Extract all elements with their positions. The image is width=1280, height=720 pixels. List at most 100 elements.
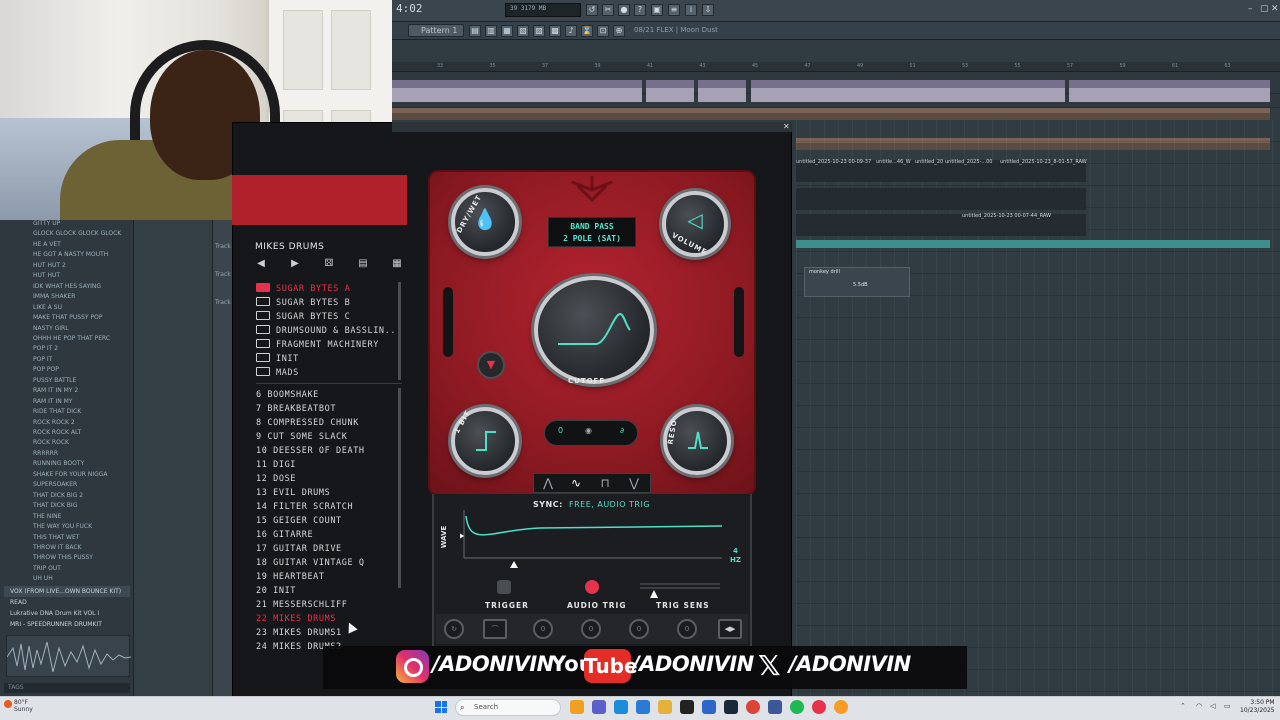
plugin-picker-icon[interactable]: ▩ xyxy=(549,25,561,37)
random-wave-icon[interactable]: ⋁ xyxy=(621,475,647,491)
wifi-icon[interactable]: ◠ xyxy=(1196,702,1202,710)
preset-item[interactable]: 22 MIKES DRUMS xyxy=(256,614,336,624)
browser-folder[interactable]: MRI - SPEEDRUNNER DRUMKIT xyxy=(10,621,102,628)
mixer-icon[interactable]: ≡ xyxy=(668,4,680,16)
browser-item[interactable]: RIDE THAT DICK xyxy=(33,408,81,415)
browser-item[interactable]: RUNNING BOOTY xyxy=(33,460,84,467)
task-view-icon[interactable] xyxy=(570,700,584,714)
spotify-icon[interactable] xyxy=(790,700,804,714)
preset-item[interactable]: 16 GITARRE xyxy=(256,530,313,540)
mode-lips-icon[interactable]: ◉ xyxy=(585,426,592,435)
browser-item[interactable]: HE A VET xyxy=(33,241,61,248)
monkey-drill-clip[interactable]: monkey drill 5.5dB xyxy=(804,267,910,297)
teal-clip[interactable] xyxy=(796,240,1270,248)
calendar-icon[interactable]: ▦ xyxy=(391,258,403,270)
browser-item[interactable]: SHAKE FOR YOUR NIGGA xyxy=(33,471,108,478)
envelope-shape-icon[interactable]: ⌒ xyxy=(483,619,507,639)
preset-item[interactable]: 7 BREAKBEATBOT xyxy=(256,404,336,414)
browser-item[interactable]: THIS THAT WET xyxy=(33,534,79,541)
preset-item[interactable]: 19 HEARTBEAT xyxy=(256,572,325,582)
browser-item[interactable]: POP IT xyxy=(33,356,52,363)
sine-wave-icon[interactable]: ∿ xyxy=(563,475,589,491)
browser-item[interactable]: RRRRRR xyxy=(33,450,58,457)
start-button-icon[interactable] xyxy=(435,701,447,713)
next-preset-icon[interactable]: ▶ xyxy=(289,258,301,270)
timeline-ruler[interactable] xyxy=(392,62,1280,72)
file-explorer-icon[interactable] xyxy=(658,700,672,714)
preset-item[interactable]: 23 MIKES DRUMS1 xyxy=(256,628,342,638)
steam-icon[interactable] xyxy=(724,700,738,714)
help-icon[interactable]: ? xyxy=(634,4,646,16)
recorder-icon[interactable] xyxy=(812,700,826,714)
browser-item[interactable]: HUT HUT 2 xyxy=(33,262,66,269)
preset-item[interactable]: 9 CUT SOME SLACK xyxy=(256,432,347,442)
browser-item[interactable]: THROW THIS PUSSY xyxy=(33,554,93,561)
filter-type-display[interactable]: BAND PASS 2 POLE (SAT) xyxy=(548,217,636,247)
audio-clip-brown[interactable] xyxy=(392,108,857,120)
browser-item[interactable]: ROCK ROCK 2 xyxy=(33,419,75,426)
browser-item[interactable]: THE NINE xyxy=(33,513,61,520)
mode-alt-icon[interactable]: ∂ xyxy=(620,426,624,435)
browser-item[interactable]: THAT DICK BIG 2 xyxy=(33,492,83,499)
playlist-icon[interactable]: ▤ xyxy=(469,25,481,37)
browser-item[interactable]: SUPERSOAKER xyxy=(33,481,77,488)
store-icon[interactable] xyxy=(702,700,716,714)
browser-item[interactable]: GLOCK GLOCK GLOCK GLOCK xyxy=(33,230,121,237)
snap-icon[interactable]: ⊡ xyxy=(597,25,609,37)
taskbar-search[interactable]: Search xyxy=(455,699,561,716)
weather-widget[interactable]: 80°F Sunny xyxy=(14,699,33,713)
track-label[interactable]: Track xyxy=(215,243,231,250)
preset-folder[interactable]: SUGAR BYTES C xyxy=(256,311,350,322)
preset-item[interactable]: 8 COMPRESSED CHUNK xyxy=(256,418,359,428)
info-icon[interactable]: i xyxy=(685,4,697,16)
app-icon-2[interactable] xyxy=(768,700,782,714)
browser-item[interactable]: POP IT 2 xyxy=(33,345,58,352)
envelope-reset-icon[interactable]: ↻ xyxy=(444,619,464,639)
preset-item[interactable]: 6 BOOMSHAKE xyxy=(256,390,319,400)
preset-item[interactable]: 17 GUITAR DRIVE xyxy=(256,544,342,554)
pattern-selector[interactable]: Pattern 1 xyxy=(408,24,464,37)
preset-folder[interactable]: MADS xyxy=(256,367,299,378)
audio-clip[interactable]: [free f...at ritesh xyxy=(646,80,694,102)
attack-knob[interactable]: 0 xyxy=(533,619,553,639)
browser-item[interactable]: ROCK ROCK ALT xyxy=(33,429,81,436)
browser-icon[interactable]: ▨ xyxy=(533,25,545,37)
plugin-icon[interactable]: ♪ xyxy=(565,25,577,37)
app-icon[interactable] xyxy=(680,700,694,714)
browser-folder[interactable]: READ xyxy=(10,599,27,606)
sample-preview[interactable] xyxy=(6,635,132,677)
system-clock[interactable]: 3:50 PM 10/23/2025 xyxy=(1240,699,1275,715)
download-icon[interactable]: ⇩ xyxy=(702,4,714,16)
decay-knob[interactable]: 0 xyxy=(581,619,601,639)
rate-display[interactable]: 4 HZ xyxy=(730,547,741,565)
battery-icon[interactable]: ▭ xyxy=(1224,702,1231,710)
browser-item[interactable]: THAT DICK BIG xyxy=(33,502,77,509)
preset-folder[interactable]: INIT xyxy=(256,353,299,364)
preset-item[interactable]: 10 DEESSER OF DEATH xyxy=(256,446,365,456)
browser-folder[interactable]: VOX (FROM LIVE...OWN BOUNCE KIT) xyxy=(10,588,121,595)
browser-item[interactable]: GITTY UP xyxy=(33,220,60,227)
trigger-button[interactable] xyxy=(497,580,511,594)
tags-bar[interactable]: TAGS xyxy=(4,683,130,693)
folder-scrollbar[interactable] xyxy=(398,282,401,380)
maximize-icon[interactable]: ▢ xyxy=(1260,4,1269,14)
trig-sens-slider[interactable] xyxy=(640,580,720,598)
mixer-window-icon[interactable]: ▧ xyxy=(517,25,529,37)
preset-item[interactable]: 11 DIGI xyxy=(256,460,296,470)
browser-item[interactable]: RAM IT IN MY 2 xyxy=(33,387,78,394)
preset-folder[interactable]: SUGAR BYTES A xyxy=(256,283,350,294)
browser-app-icon[interactable] xyxy=(636,700,650,714)
cart-icon[interactable]: ⊕ xyxy=(613,25,625,37)
audio-trig-button[interactable] xyxy=(585,580,599,594)
browser-folder[interactable]: Lukrative DNA Drum Kit VOL I xyxy=(10,610,99,617)
track-label[interactable]: Track xyxy=(215,271,231,278)
browser-item[interactable]: RAM IT IN MY xyxy=(33,398,72,405)
preset-item[interactable]: 13 EVIL DRUMS xyxy=(256,488,330,498)
edge-icon[interactable] xyxy=(614,700,628,714)
browser-item[interactable]: MAKE THAT PUSSY POP xyxy=(33,314,102,321)
piano-roll-icon[interactable]: ▥ xyxy=(485,25,497,37)
browser-item[interactable]: LIKE A SU xyxy=(33,304,62,311)
preset-folder[interactable]: DRUMSOUND & BASSLIN.. xyxy=(256,325,396,336)
preset-item[interactable]: 12 DOSE xyxy=(256,474,296,484)
preset-item[interactable]: 15 GEIGER COUNT xyxy=(256,516,342,526)
